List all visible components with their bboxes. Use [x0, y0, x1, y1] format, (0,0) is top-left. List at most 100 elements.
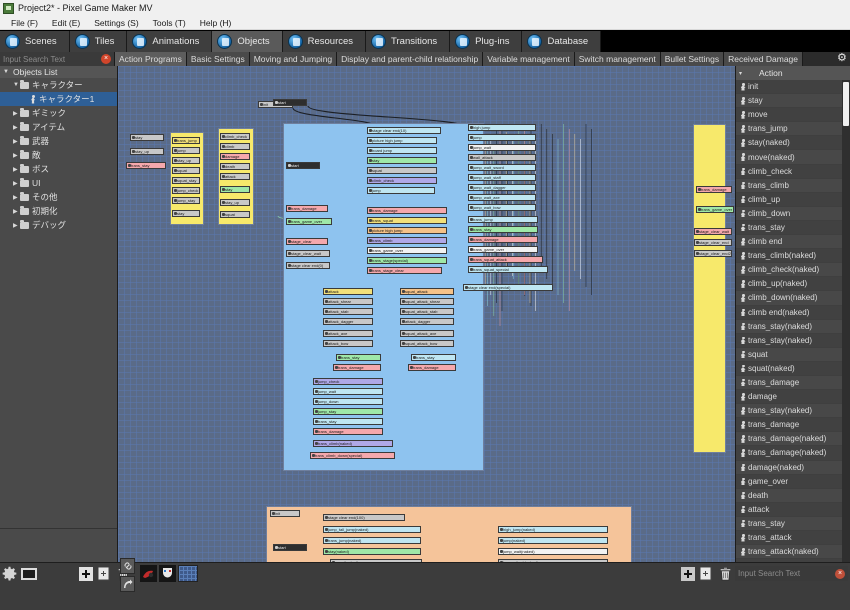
sidebar-item-7[interactable]: ▶ UI [0, 176, 117, 190]
action-item-21[interactable]: trans_damage [736, 375, 850, 391]
sidebar-item-4[interactable]: ▶ 武器 [0, 134, 117, 148]
sidebar-item-3[interactable]: ▶ アイテム [0, 120, 117, 134]
canvas-node[interactable]: attack_stab [323, 308, 373, 315]
canvas-node[interactable]: stage_clear_wait [286, 250, 330, 257]
canvas-node[interactable]: attack [323, 288, 373, 295]
canvas-node[interactable]: jump [468, 134, 536, 141]
canvas-node[interactable]: stay_up [172, 157, 200, 164]
canvas-node[interactable]: trans_climb(naked) [313, 440, 393, 447]
action-item-3[interactable]: trans_jump [736, 122, 850, 137]
canvas-node[interactable]: jump_check [172, 187, 200, 194]
canvas-node[interactable]: squat [220, 211, 250, 218]
character-preview-icon[interactable] [140, 565, 157, 582]
tab-tiles[interactable]: Tiles [69, 31, 128, 52]
canvas-node[interactable]: trans_damage [468, 236, 538, 243]
canvas-node[interactable]: init [270, 510, 300, 517]
action-item-9[interactable]: climb_down [736, 206, 850, 221]
action-item-13[interactable]: climb_check(naked) [736, 263, 850, 278]
canvas-node[interactable]: trans_jump(naked) [323, 537, 421, 544]
canvas-node[interactable]: trans_stay [126, 162, 166, 169]
canvas-node[interactable]: trans_damage [313, 428, 383, 435]
canvas-node[interactable]: squat_attack_bow [400, 340, 454, 347]
subtab-bullet-settings[interactable]: Bullet Settings [660, 52, 725, 66]
pointer-tool-button[interactable] [120, 576, 135, 592]
object-search-box[interactable]: Input Search Text × [0, 52, 115, 66]
canvas-node[interactable]: jump_stay [313, 408, 383, 415]
action-item-2[interactable]: move [736, 108, 850, 123]
subtab-moving-and-jumping[interactable]: Moving and Jumping [249, 52, 338, 66]
action-item-30[interactable]: attack [736, 502, 850, 517]
canvas-node[interactable]: stay [367, 157, 437, 164]
action-item-20[interactable]: squat(naked) [736, 361, 850, 376]
canvas-node[interactable]: start [273, 544, 307, 551]
canvas-node[interactable]: climb_check [220, 133, 250, 140]
sidebar-item-8[interactable]: ▶ その他 [0, 190, 117, 204]
link-tool-button[interactable] [120, 558, 135, 574]
action-search-box[interactable]: Input Search Text × [735, 566, 848, 581]
menu-item-1[interactable]: Edit (E) [45, 18, 87, 28]
action-item-22[interactable]: damage [736, 390, 850, 405]
yellow-right[interactable] [693, 124, 726, 453]
canvas-node[interactable]: jump_wait [468, 144, 536, 151]
canvas-node[interactable]: jump [172, 147, 200, 154]
canvas-node[interactable]: jump_attack(naked) [498, 559, 608, 562]
canvas-node[interactable]: jump_stay [172, 197, 200, 204]
canvas-node[interactable]: jump_wait_axe [468, 194, 536, 201]
canvas-node[interactable]: damage [220, 153, 250, 160]
canvas-node[interactable]: death [220, 163, 250, 170]
action-item-14[interactable]: climb_up(naked) [736, 277, 850, 292]
tab-database[interactable]: Database [522, 31, 602, 52]
canvas-node[interactable]: trans_damage [367, 207, 447, 214]
action-search-input[interactable]: Input Search Text [735, 569, 835, 578]
canvas-node[interactable]: board jump [367, 147, 437, 154]
canvas-node[interactable]: stage_clear [286, 238, 328, 245]
canvas-node[interactable]: high_jump(naked) [498, 526, 608, 533]
tab-objects[interactable]: Objects [212, 31, 283, 52]
canvas-node[interactable]: start [273, 99, 307, 106]
filmstrip-icon[interactable] [20, 565, 37, 582]
canvas-node[interactable]: trans_game_over [468, 246, 538, 253]
subtab-received-damage[interactable]: Received Damage [724, 52, 804, 66]
canvas-node[interactable]: trans_game_over [696, 206, 734, 213]
canvas-node[interactable]: jump_wait_bow [468, 204, 536, 211]
canvas-node[interactable]: stage_clear_end2 [694, 250, 732, 257]
canvas-node[interactable]: trans_stage(special) [367, 257, 447, 264]
subtab-switch-management[interactable]: Switch management [574, 52, 661, 66]
menu-item-3[interactable]: Tools (T) [146, 18, 193, 28]
clear-search-icon[interactable]: × [101, 54, 111, 64]
subtab-variable-management[interactable]: Variable management [483, 52, 575, 66]
canvas-node[interactable]: picture high jump [367, 227, 447, 234]
canvas-node[interactable]: stage clear end(special) [463, 284, 553, 291]
canvas-node[interactable]: trans_jump [172, 137, 200, 144]
action-item-34[interactable]: attack(naked) [736, 559, 850, 562]
canvas-node[interactable]: jump_wait [313, 388, 383, 395]
canvas-node[interactable]: attack_dagger [323, 318, 373, 325]
action-item-19[interactable]: squat [736, 347, 850, 362]
delete-action-icon[interactable] [717, 565, 734, 582]
action-item-25[interactable]: trans_damage(naked) [736, 432, 850, 447]
settings-gear-icon[interactable] [1, 565, 18, 582]
canvas-node[interactable]: stay [172, 210, 200, 217]
canvas-node[interactable]: attack_shear [323, 298, 373, 305]
canvas-node[interactable]: squat(naked) [330, 559, 422, 562]
canvas-node[interactable]: trans_game_over [367, 247, 447, 254]
canvas-node[interactable]: stage clear end(100) [323, 514, 405, 521]
canvas-node[interactable]: climb [220, 143, 250, 150]
canvas-node[interactable]: squat_stay [172, 177, 200, 184]
canvas-node[interactable]: jump_tall_jump(naked) [323, 526, 421, 533]
canvas-node[interactable]: trans_stay [313, 418, 383, 425]
duplicate-icon[interactable] [96, 565, 113, 582]
sidebar-item-10[interactable]: ▶ デバッグ [0, 218, 117, 232]
action-item-26[interactable]: trans_damage(naked) [736, 446, 850, 461]
canvas-node[interactable]: jump_wait_staff [468, 174, 536, 181]
tile-preview-icon[interactable] [178, 565, 198, 582]
canvas-node[interactable]: jump_check [313, 378, 383, 385]
canvas-node[interactable]: trans_damage [333, 364, 381, 371]
canvas-node[interactable]: stage clear end(10) [367, 127, 441, 134]
add-action-icon[interactable] [679, 565, 696, 582]
canvas-node[interactable]: trans_game_over [286, 218, 332, 225]
canvas-node[interactable]: trans_squat_attack [468, 256, 543, 263]
canvas-node[interactable]: jump_wait(naked) [498, 548, 608, 555]
action-item-10[interactable]: trans_stay [736, 220, 850, 236]
tab-animations[interactable]: Animations [127, 31, 213, 52]
